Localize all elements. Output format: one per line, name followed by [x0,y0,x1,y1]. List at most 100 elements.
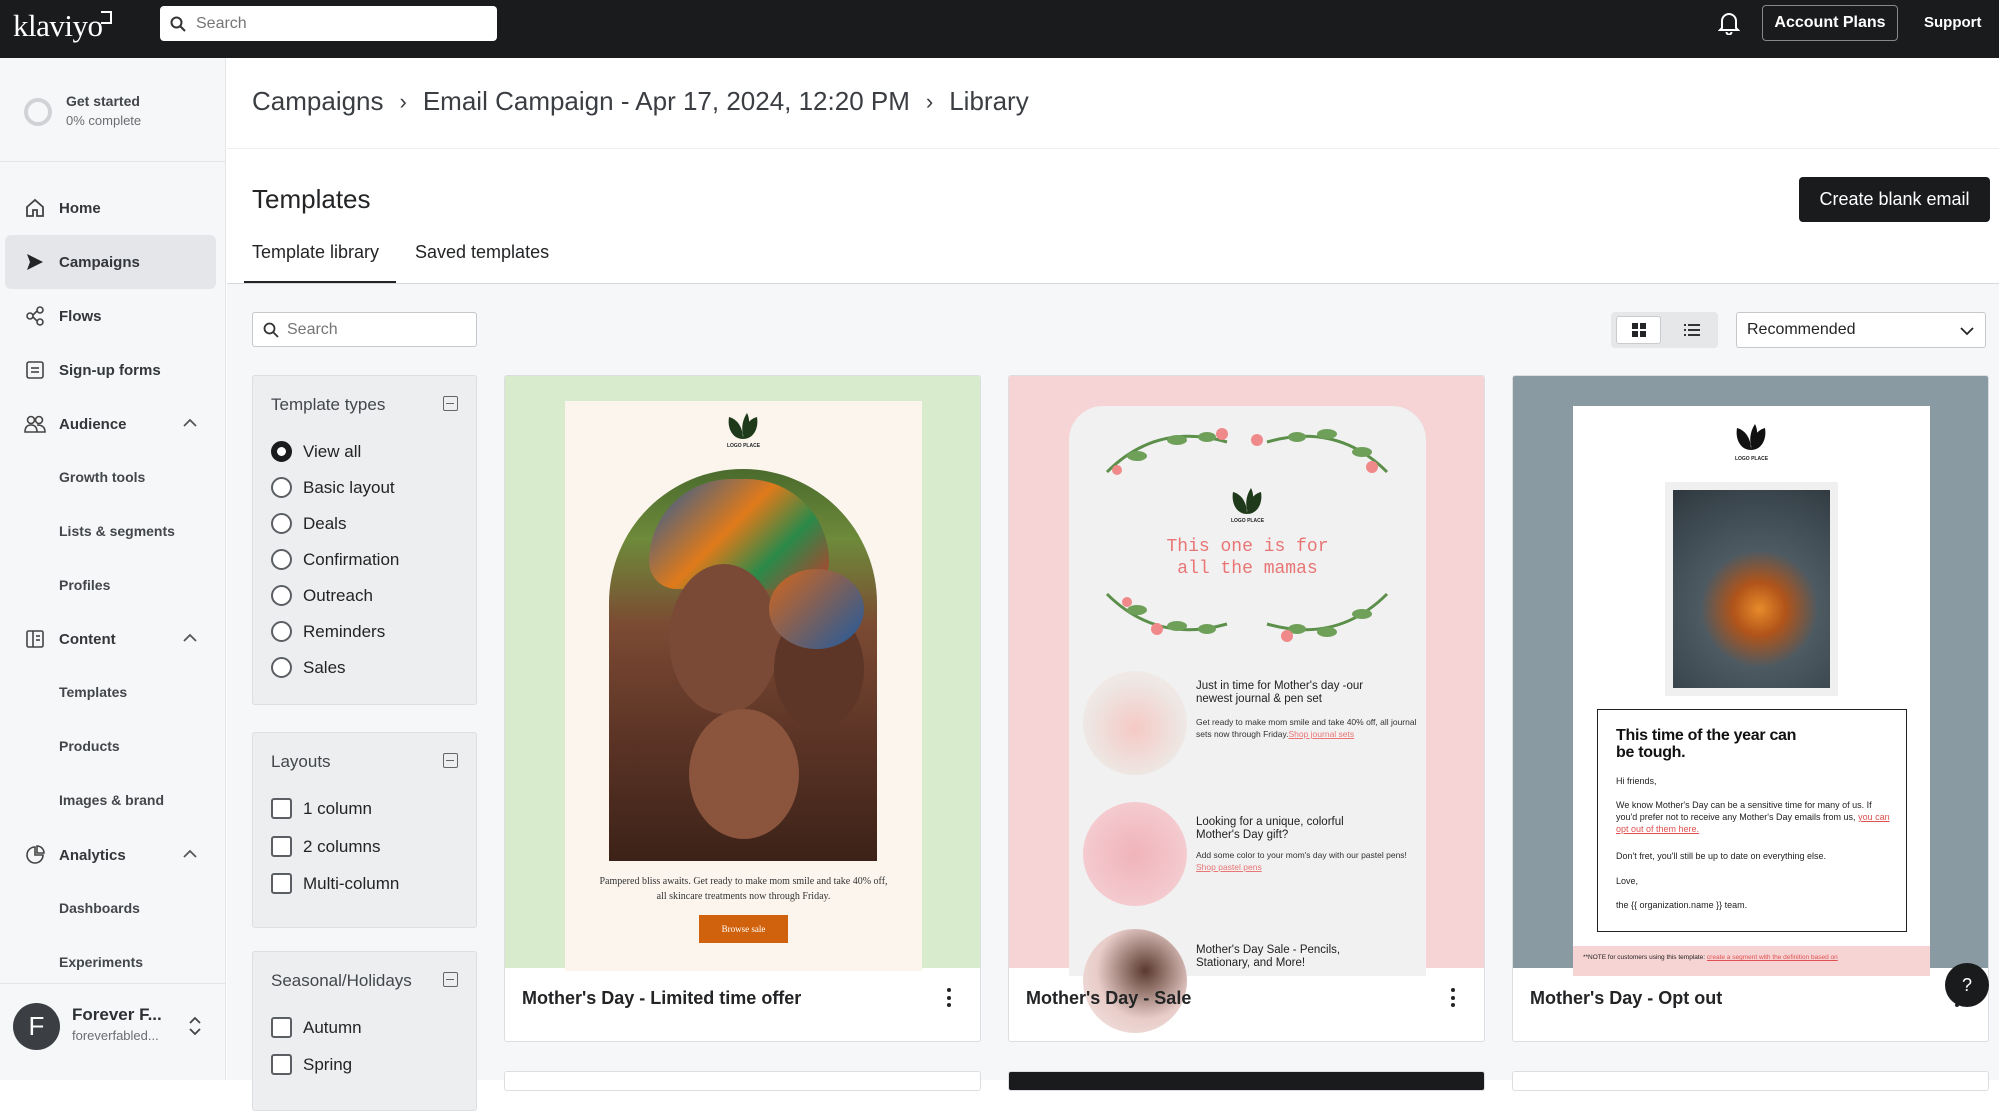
sidebar-item-flows[interactable]: Flows [5,289,216,343]
logo-placeholder: LOGO PLACE [1230,518,1265,524]
checkbox[interactable] [271,1017,292,1038]
sidebar-item-templates[interactable]: Templates [59,684,127,700]
template-card[interactable] [1008,1071,1485,1091]
leaf-logo-icon [1736,424,1766,450]
message-box: This time of the year can be tough. Hi f… [1597,709,1907,932]
user-menu[interactable]: F Forever F... foreverfabled... [0,983,226,1080]
grid-view-button[interactable] [1616,316,1661,344]
product-image [1083,802,1187,906]
bell-icon[interactable] [1718,11,1740,35]
support-link[interactable]: Support [1924,14,1982,31]
breadcrumb-campaigns[interactable]: Campaigns [252,86,384,117]
radio[interactable] [271,585,292,606]
filter-option-reminders[interactable]: Reminders [271,621,385,642]
template-card[interactable]: LOGO PLACE This time of the year can be … [1512,375,1989,1042]
content-icon [23,627,47,651]
sort-select[interactable]: Recommended [1736,312,1986,348]
more-options-icon[interactable] [1450,988,1456,1010]
view-toggle [1611,312,1718,348]
filter-seasonal-holidays: Seasonal/Holidays Autumn Spring [252,951,477,1111]
template-name[interactable]: Mother's Day - Sale [1026,988,1191,1009]
get-started-widget[interactable]: Get started 0% complete [0,58,226,162]
account-plans-button[interactable]: Account Plans [1762,5,1898,41]
sidebar-item-products[interactable]: Products [59,738,120,754]
sidebar-item-home[interactable]: Home [5,181,216,235]
tab-saved-templates[interactable]: Saved templates [415,242,549,263]
filter-option-sales[interactable]: Sales [271,657,346,678]
filter-option-multi-column[interactable]: Multi-column [271,873,399,894]
help-button[interactable]: ? [1945,963,1989,1007]
checkbox[interactable] [271,836,292,857]
template-library: Recommended Template types View all Basi… [227,284,1999,1111]
sidebar-item-dashboards[interactable]: Dashboards [59,900,140,916]
tab-template-library[interactable]: Template library [252,242,379,263]
search-icon [170,16,186,32]
send-icon [23,250,47,274]
filter-option-2-columns[interactable]: 2 columns [271,836,380,857]
sidebar-item-campaigns[interactable]: Campaigns [5,235,216,289]
message-team: the {{ organization.name }} team. [1616,900,1748,910]
chevron-up-icon[interactable] [182,846,198,862]
template-search-input[interactable] [287,320,467,339]
sidebar-item-label: Audience [59,415,127,433]
breadcrumb-email-campaign[interactable]: Email Campaign - Apr 17, 2024, 12:20 PM [423,86,910,117]
checkbox[interactable] [271,798,292,819]
sidebar-item-signup-forms[interactable]: Sign-up forms [5,343,216,397]
collapse-icon[interactable] [443,753,458,768]
global-search[interactable] [160,6,497,41]
global-search-input[interactable] [196,14,476,33]
sidebar-item-content[interactable]: Content [5,612,216,666]
template-card[interactable]: LOGO PLACE Pampered bliss awaits. Get re… [504,375,981,1042]
form-icon [23,358,47,382]
radio[interactable] [271,657,292,678]
chevron-up-icon[interactable] [182,630,198,646]
klaviyo-logo[interactable]: klaviyo [13,8,112,44]
template-thumbnail[interactable]: LOGO PLACE Pampered bliss awaits. Get re… [505,376,980,971]
template-search[interactable] [252,312,477,347]
chevron-up-down-icon[interactable] [187,1014,203,1038]
filter-option-deals[interactable]: Deals [271,513,346,534]
filter-option-basic-layout[interactable]: Basic layout [271,477,395,498]
filter-option-autumn[interactable]: Autumn [271,1017,362,1038]
more-options-icon[interactable] [946,988,952,1010]
template-card[interactable] [1512,1071,1989,1091]
flows-icon [23,304,47,328]
template-thumbnail[interactable]: LOGO PLACE This one is for all the mamas… [1009,376,1484,1033]
user-email: foreverfabled... [72,1028,159,1043]
template-card[interactable]: LOGO PLACE This one is for all the mamas… [1008,375,1485,1042]
collapse-icon[interactable] [443,972,458,987]
collapse-icon[interactable] [443,396,458,411]
template-card[interactable] [504,1071,981,1091]
radio[interactable] [271,621,292,642]
chevron-up-icon[interactable] [182,415,198,431]
hero-photo [609,469,877,861]
template-name[interactable]: Mother's Day - Opt out [1530,988,1722,1009]
template-name[interactable]: Mother's Day - Limited time offer [522,988,801,1009]
message-paragraph: We know Mother's Day can be a sensitive … [1616,800,1890,834]
sidebar-item-experiments[interactable]: Experiments [59,954,143,970]
radio[interactable] [271,513,292,534]
leaf-logo-icon [728,413,758,439]
radio[interactable] [271,549,292,570]
filter-title: Layouts [271,752,331,771]
radio-selected[interactable] [271,441,292,462]
list-view-button[interactable] [1669,316,1714,344]
filter-option-outreach[interactable]: Outreach [271,585,373,606]
filter-option-confirmation[interactable]: Confirmation [271,549,399,570]
create-blank-email-button[interactable]: Create blank email [1799,177,1990,222]
filter-option-view-all[interactable]: View all [271,441,361,462]
checkbox[interactable] [271,873,292,894]
sidebar-item-lists-segments[interactable]: Lists & segments [59,523,175,539]
radio[interactable] [271,477,292,498]
sidebar-item-analytics[interactable]: Analytics [5,828,216,882]
analytics-icon [23,843,47,867]
filter-option-spring[interactable]: Spring [271,1054,352,1075]
filter-option-1-column[interactable]: 1 column [271,798,372,819]
sidebar-item-audience[interactable]: Audience [5,397,216,451]
sidebar-item-profiles[interactable]: Profiles [59,577,110,593]
sidebar-item-growth-tools[interactable]: Growth tools [59,469,145,485]
checkbox[interactable] [271,1054,292,1075]
sidebar-item-images-brand[interactable]: Images & brand [59,792,164,808]
template-thumbnail[interactable]: LOGO PLACE This time of the year can be … [1513,376,1988,976]
item-title: Looking for a unique, colorful Mother's … [1196,816,1344,841]
